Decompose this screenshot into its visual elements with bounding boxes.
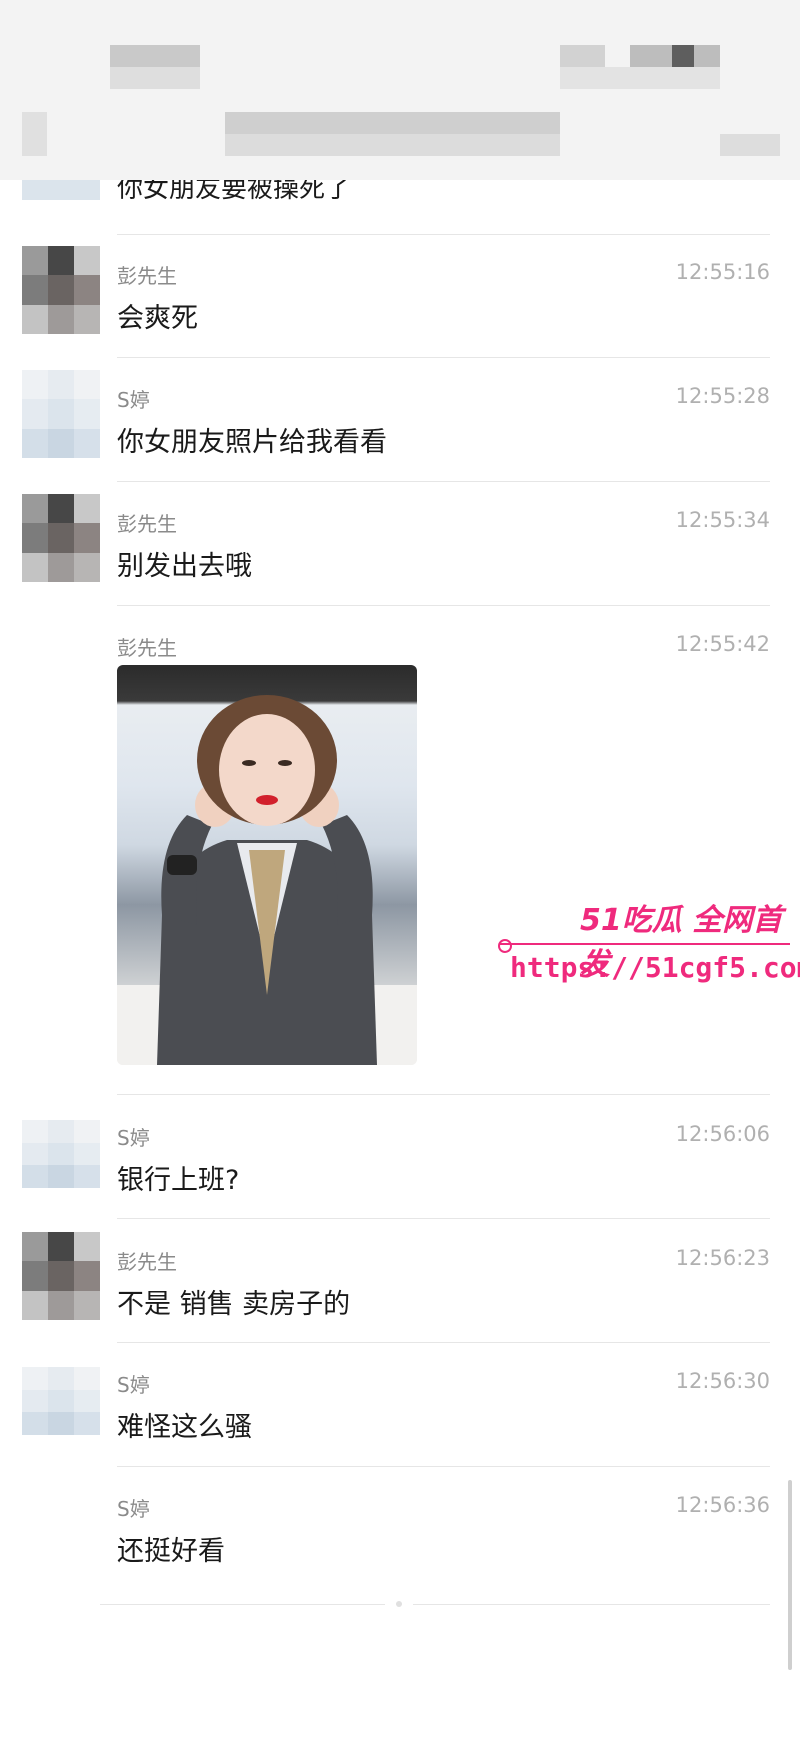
message-time: 12:56:30	[675, 1369, 770, 1393]
scrollbar[interactable]	[788, 1480, 792, 1670]
avatar[interactable]	[22, 246, 100, 334]
divider	[117, 605, 770, 606]
avatar[interactable]	[22, 1232, 100, 1320]
portrait-illustration	[117, 695, 417, 1065]
message-text: 会爽死	[117, 303, 198, 334]
sender-name: S婷	[117, 1126, 150, 1150]
message-time: 12:56:36	[675, 1493, 770, 1517]
message-text: 难怪这么骚	[117, 1412, 252, 1443]
message-time: 12:55:42	[675, 632, 770, 656]
avatar[interactable]	[22, 370, 100, 458]
message-text: 你女朋友照片给我看看	[117, 427, 387, 458]
end-dot	[396, 1601, 402, 1607]
message-text: 银行上班?	[117, 1165, 240, 1196]
divider	[117, 1218, 770, 1219]
divider	[117, 1466, 770, 1467]
sender-name: S婷	[117, 388, 150, 412]
message-time: 12:55:28	[675, 384, 770, 408]
end-divider	[100, 1604, 385, 1605]
avatar[interactable]	[22, 1120, 100, 1188]
message-time: 12:55:16	[675, 260, 770, 284]
watermark: 51吃瓜 全网首发 https://51cgf5.com	[498, 895, 800, 1005]
watermark-line	[500, 943, 790, 945]
message-text: 不是 销售 卖房子的	[117, 1289, 351, 1320]
message-text: 还挺好看	[117, 1536, 225, 1567]
sender-name: 彭先生	[117, 512, 177, 536]
message-text: 别发出去哦	[117, 551, 252, 582]
divider	[117, 481, 770, 482]
divider	[117, 357, 770, 358]
watermark-url: https://51cgf5.com	[510, 951, 800, 984]
photo-message-image[interactable]	[117, 665, 417, 1065]
divider	[117, 234, 770, 235]
divider	[117, 1342, 770, 1343]
message-time: 12:55:34	[675, 508, 770, 532]
blurred-header	[0, 0, 800, 180]
sender-name: S婷	[117, 1497, 150, 1521]
avatar[interactable]	[22, 494, 100, 582]
avatar[interactable]	[22, 1367, 100, 1435]
sender-name: 彭先生	[117, 636, 177, 660]
sender-name: S婷	[117, 1373, 150, 1397]
end-divider	[413, 1604, 770, 1605]
divider	[117, 1094, 770, 1095]
message-time: 12:56:23	[675, 1246, 770, 1270]
sender-name: 彭先生	[117, 264, 177, 288]
sender-name: 彭先生	[117, 1250, 177, 1274]
message-time: 12:56:06	[675, 1122, 770, 1146]
